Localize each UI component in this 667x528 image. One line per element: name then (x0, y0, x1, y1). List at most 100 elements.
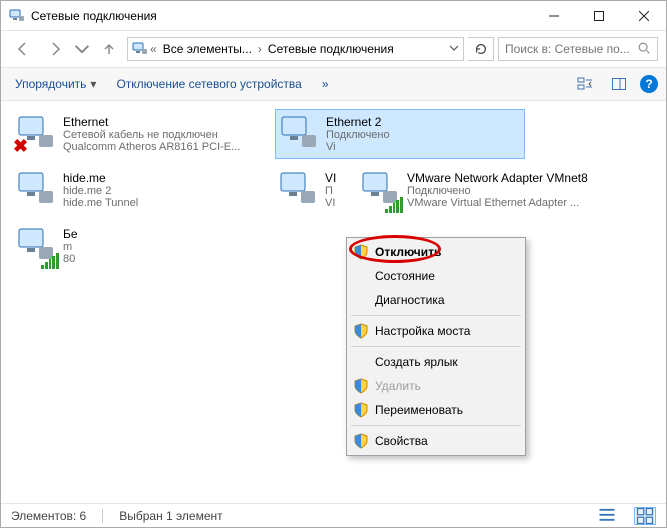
spacer-icon (353, 268, 369, 284)
network-adapter-icon: ✖ (15, 113, 57, 155)
content-area: ✖ Ethernet Сетевой кабель не подключен Q… (1, 101, 666, 503)
adapter-device: Vi (326, 141, 390, 153)
adapter-status: Подключено (326, 129, 390, 141)
ctx-label: Удалить (375, 379, 421, 393)
adapter-item[interactable]: hide.me hide.me 2 hide.me Tunnel (13, 165, 263, 215)
navbar: « Все элементы... › Сетевые подключения (1, 31, 666, 67)
adapter-name: VI (325, 171, 336, 185)
adapter-name: VMware Network Adapter VMnet8 (407, 171, 588, 185)
more-label: » (322, 77, 329, 91)
shield-icon (353, 402, 369, 418)
command-bar: Упорядочить ▾ Отключение сетевого устрой… (1, 67, 666, 101)
adapter-device: VI (325, 197, 336, 209)
network-connections-icon (132, 41, 148, 57)
up-button[interactable] (95, 35, 123, 63)
adapter-name: Бе (63, 227, 78, 241)
search-input[interactable] (505, 42, 637, 56)
chevron-down-icon[interactable] (449, 42, 459, 56)
ctx-rename[interactable]: Переименовать (349, 398, 523, 422)
adapter-device: hide.me Tunnel (63, 197, 138, 209)
separator (102, 509, 103, 523)
separator (351, 315, 521, 316)
disconnected-x-icon: ✖ (13, 136, 28, 157)
network-adapter-icon (15, 169, 57, 211)
adapter-device: 80 (63, 253, 78, 265)
ctx-properties[interactable]: Свойства (349, 429, 523, 453)
back-button[interactable] (9, 35, 37, 63)
adapter-status: Сетевой кабель не подключен (63, 129, 240, 141)
status-element-count: Элементов: 6 (11, 509, 86, 523)
ctx-label: Настройка моста (375, 324, 470, 338)
refresh-button[interactable] (468, 37, 494, 61)
search-icon (637, 41, 651, 58)
separator (351, 346, 521, 347)
organize-label: Упорядочить (15, 77, 86, 91)
adapter-item[interactable]: Бе m 80 (13, 221, 83, 271)
adapter-device: Qualcomm Atheros AR8161 PCI-E... (63, 141, 240, 153)
ctx-delete: Удалить (349, 374, 523, 398)
breadcrumb-prev-icon: « (150, 42, 157, 56)
breadcrumb[interactable]: « Все элементы... › Сетевые подключения (127, 37, 464, 61)
status-selection: Выбран 1 элемент (119, 509, 222, 523)
ctx-label: Свойства (375, 434, 428, 448)
help-button[interactable]: ? (640, 75, 658, 93)
tiles-view-button[interactable] (634, 507, 656, 525)
view-options-button[interactable] (572, 73, 598, 95)
network-connections-icon (9, 8, 25, 24)
maximize-button[interactable] (576, 1, 621, 30)
ctx-diagnose[interactable]: Диагностика (349, 288, 523, 312)
context-menu: Отключить Состояние Диагностика Настройк… (346, 237, 526, 456)
spacer-icon (353, 354, 369, 370)
ctx-bridge[interactable]: Настройка моста (349, 319, 523, 343)
ctx-label: Диагностика (375, 293, 445, 307)
forward-button[interactable] (41, 35, 69, 63)
search-box[interactable] (498, 37, 658, 61)
close-button[interactable] (621, 1, 666, 30)
titlebar: Сетевые подключения (1, 1, 666, 31)
disable-device-label: Отключение сетевого устройства (116, 77, 301, 91)
adapter-device: VMware Virtual Ethernet Adapter ... (407, 197, 588, 209)
details-view-button[interactable] (596, 507, 618, 525)
ctx-status[interactable]: Состояние (349, 264, 523, 288)
window-title: Сетевые подключения (31, 9, 531, 23)
network-adapter-icon (359, 169, 401, 211)
disable-device-button[interactable]: Отключение сетевого устройства (110, 73, 307, 95)
network-adapter-icon (277, 169, 319, 211)
adapter-name: Ethernet 2 (326, 115, 390, 129)
organize-menu[interactable]: Упорядочить ▾ (9, 73, 102, 95)
shield-icon (353, 378, 369, 394)
adapter-status: hide.me 2 (63, 185, 138, 197)
ctx-label: Создать ярлык (375, 355, 458, 369)
preview-pane-button[interactable] (606, 73, 632, 95)
adapter-item[interactable]: VMware Network Adapter VMnet8 Подключено… (357, 165, 607, 215)
adapter-item[interactable]: ✖ Ethernet Сетевой кабель не подключен Q… (13, 109, 263, 159)
more-commands-button[interactable]: » (316, 73, 335, 95)
signal-strength-icon (385, 197, 403, 213)
breadcrumb-segment[interactable]: Все элементы... (159, 42, 256, 56)
adapter-name: Ethernet (63, 115, 240, 129)
signal-strength-icon (41, 253, 59, 269)
minimize-button[interactable] (531, 1, 576, 30)
adapter-name: hide.me (63, 171, 138, 185)
ctx-label: Переименовать (375, 403, 463, 417)
ctx-shortcut[interactable]: Создать ярлык (349, 350, 523, 374)
network-adapter-icon (15, 225, 57, 267)
network-adapter-icon (278, 113, 320, 155)
separator (351, 425, 521, 426)
adapter-status: m (63, 241, 78, 253)
adapter-status: Подключено (407, 185, 588, 197)
ctx-label: Состояние (375, 269, 435, 283)
breadcrumb-segment[interactable]: Сетевые подключения (264, 42, 398, 56)
spacer-icon (353, 292, 369, 308)
adapter-item[interactable]: Ethernet 2 Подключено Vi (275, 109, 525, 159)
ctx-label: Отключить (375, 245, 441, 259)
chevron-right-icon: › (258, 42, 262, 56)
recent-locations-button[interactable] (73, 35, 91, 63)
shield-icon (353, 323, 369, 339)
adapter-status: П (325, 185, 336, 197)
adapter-item[interactable]: VI П VI (275, 165, 345, 215)
chevron-down-icon: ▾ (90, 77, 96, 91)
shield-icon (353, 433, 369, 449)
ctx-disable[interactable]: Отключить (349, 240, 523, 264)
status-bar: Элементов: 6 Выбран 1 элемент (1, 503, 666, 527)
